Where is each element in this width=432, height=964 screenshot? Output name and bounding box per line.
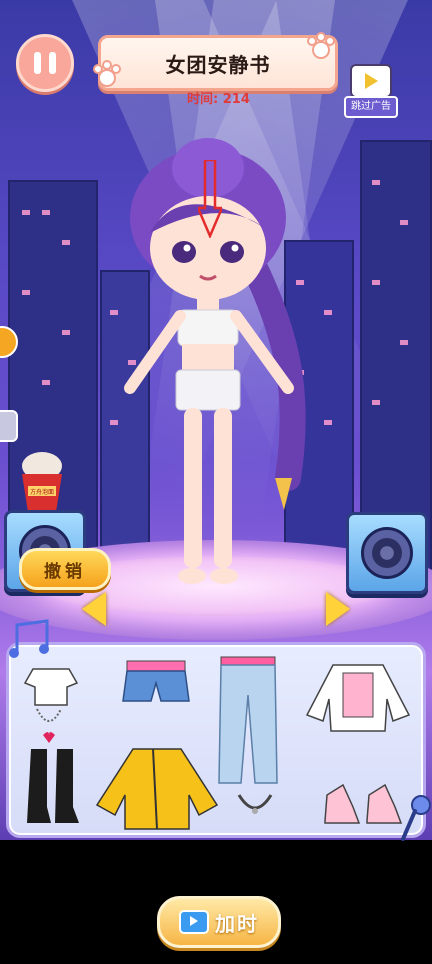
wardrobe-panel — [6, 619, 431, 841]
paw-icon — [307, 32, 335, 59]
white-crop-top-icon[interactable] — [23, 665, 79, 709]
black-boots-icon[interactable] — [25, 747, 81, 827]
video-camera-icon — [179, 910, 209, 934]
skip-ad-label: 跳过广告 — [344, 96, 398, 118]
white-jacket-pink-top-icon[interactable] — [303, 659, 413, 733]
pink-sneakers-icon[interactable] — [321, 777, 405, 827]
skip-ad-button[interactable]: 跳过广告 — [344, 60, 398, 118]
heart-necklace-icon[interactable] — [35, 707, 63, 747]
music-note-icon — [9, 619, 49, 658]
page-title: 女团安静书 — [165, 52, 271, 77]
hint-arrow-icon — [198, 160, 222, 238]
side-gift-icon[interactable] — [0, 410, 18, 442]
pause-button[interactable] — [16, 34, 74, 92]
noodle-label: 方舟泡面 — [30, 488, 54, 496]
game-screen: 方舟泡面 撤销 女团安静书 时间: 214 跳过广告 加时 — [0, 0, 432, 964]
tv-play-icon — [350, 64, 392, 98]
undo-button[interactable]: 撤销 — [19, 548, 111, 590]
instant-noodle-icon[interactable]: 方舟泡面 — [18, 450, 66, 514]
paw-icon — [93, 60, 121, 87]
timer-text: 时间: 214 — [187, 92, 250, 107]
title-plate: 女团安静书 — [98, 35, 338, 91]
light-wash-jeans-icon[interactable] — [215, 655, 281, 787]
pause-icon — [34, 52, 41, 74]
speaker-right — [346, 512, 428, 594]
undo-label: 撤销 — [44, 561, 86, 582]
white-shorts — [175, 369, 241, 411]
silver-choker-icon[interactable] — [235, 791, 275, 819]
next-arrow-button[interactable] — [326, 592, 350, 626]
white-crop-top — [177, 309, 239, 347]
denim-shorts-icon[interactable] — [121, 659, 191, 705]
add-time-label: 加时 — [215, 911, 259, 936]
microphone-icon — [401, 795, 431, 841]
prev-arrow-button[interactable] — [82, 592, 106, 626]
add-time-button[interactable]: 加时 — [157, 896, 281, 948]
yellow-varsity-jacket-icon[interactable] — [93, 745, 221, 831]
